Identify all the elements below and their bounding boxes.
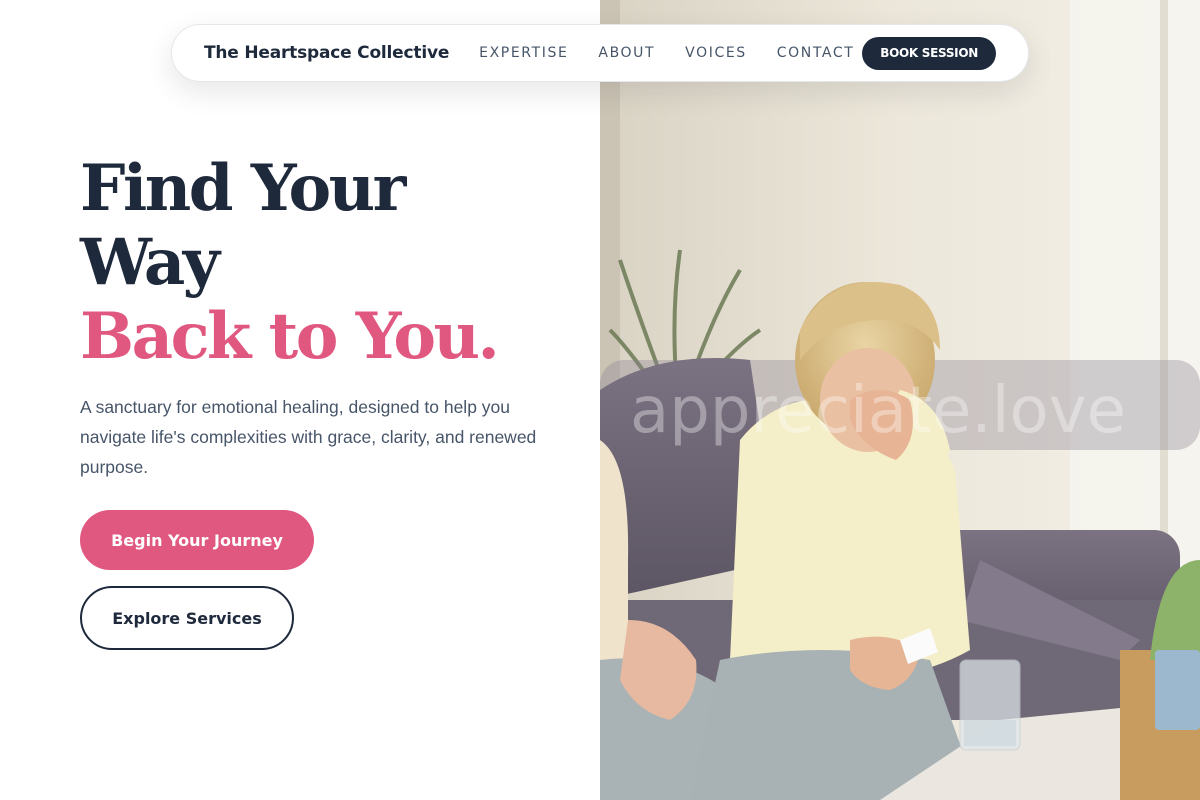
headline-line-2: Way <box>80 225 220 300</box>
hero-photo: appreciate.love <box>600 0 1200 800</box>
nav-link-about[interactable]: ABOUT <box>598 45 655 61</box>
nav-links: EXPERTISE ABOUT VOICES CONTACT <box>479 45 854 61</box>
hero-headline: Find Your Way Back to You. <box>80 151 500 374</box>
nav-link-expertise[interactable]: EXPERTISE <box>479 45 568 61</box>
headline-line-1: Find Your <box>80 151 406 226</box>
hero-subtitle: A sanctuary for emotional healing, desig… <box>80 397 537 477</box>
headline-accent: Back to You. <box>80 299 500 374</box>
nav-link-voices[interactable]: VOICES <box>685 45 747 61</box>
brand-logo-text[interactable]: The Heartspace Collective <box>204 43 449 63</box>
nav-link-contact[interactable]: CONTACT <box>777 45 855 61</box>
explore-services-button[interactable]: Explore Services <box>80 586 294 650</box>
book-session-button[interactable]: BOOK SESSION <box>862 36 996 70</box>
top-nav: The Heartspace Collective EXPERTISE ABOU… <box>171 24 1029 82</box>
begin-journey-button[interactable]: Begin Your Journey <box>80 510 314 570</box>
photo-watermark: appreciate.love <box>630 374 1126 448</box>
